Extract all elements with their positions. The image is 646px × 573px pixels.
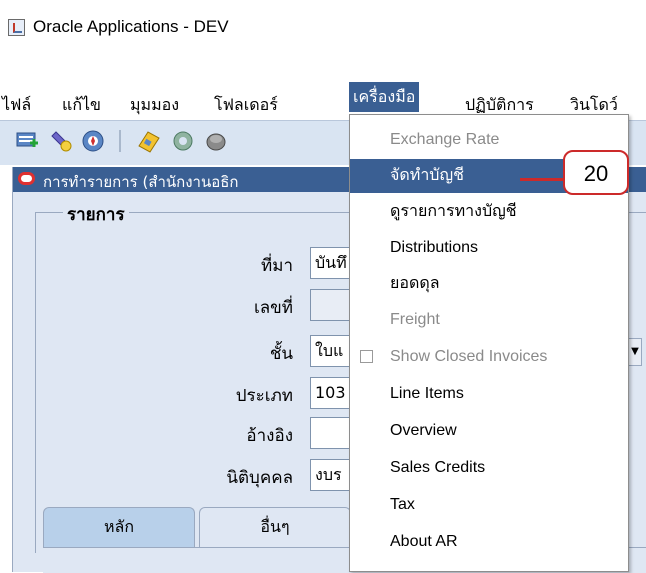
callout-pointer bbox=[520, 178, 564, 181]
legal-entity-label: นิติบุคคล bbox=[226, 468, 293, 488]
java-app-icon bbox=[8, 19, 25, 36]
menu-folder[interactable]: โฟลเดอร์ bbox=[212, 90, 280, 120]
menu-item-overview[interactable]: Overview bbox=[350, 414, 628, 448]
menu-item-line-items[interactable]: Line Items bbox=[350, 377, 628, 411]
menu-item-freight[interactable]: Freight bbox=[350, 303, 628, 337]
navigator-icon[interactable] bbox=[80, 128, 106, 154]
chevron-down-icon[interactable]: ▼ bbox=[628, 338, 642, 366]
menu-tools[interactable]: เครื่องมือ bbox=[349, 82, 420, 112]
new-record-icon[interactable] bbox=[14, 128, 40, 154]
menu-item-distributions[interactable]: Distributions bbox=[350, 231, 628, 265]
number-label: เลขที่ bbox=[253, 298, 293, 318]
toolbar-separator bbox=[119, 130, 121, 152]
window-title: Oracle Applications - DEV bbox=[33, 17, 229, 36]
menu-item-about-ar[interactable]: About AR bbox=[350, 525, 628, 559]
menu-item-balances[interactable]: ยอดดุล bbox=[350, 267, 628, 301]
source-label: ที่มา bbox=[261, 256, 293, 276]
menu-edit[interactable]: แก้ไข bbox=[60, 90, 103, 120]
oracle-logo-icon bbox=[18, 172, 35, 185]
group-label: รายการ bbox=[63, 201, 129, 228]
type-label: ประเภท bbox=[235, 386, 293, 406]
menu-item-show-closed-invoices[interactable]: Show Closed Invoices bbox=[350, 340, 628, 374]
menu-item-tax[interactable]: Tax bbox=[350, 488, 628, 522]
form-title: การทำรายการ (สำนักงานอธิก bbox=[43, 173, 239, 191]
menu-item-sales-credits[interactable]: Sales Credits bbox=[350, 451, 628, 485]
menu-view[interactable]: มุมมอง bbox=[128, 90, 181, 120]
tab-other[interactable]: อื่นๆ bbox=[199, 507, 351, 548]
reference-label: อ้างอิง bbox=[246, 426, 293, 446]
class-label: ชั้น bbox=[269, 344, 293, 364]
menu-item-show-closed-invoices-label: Show Closed Invoices bbox=[390, 348, 548, 365]
save-icon[interactable] bbox=[136, 128, 162, 154]
find-flashlight-icon[interactable] bbox=[48, 128, 74, 154]
menu-item-view-accounting[interactable]: ดูรายการทางบัญชี bbox=[350, 195, 628, 229]
step-callout: 20 bbox=[563, 150, 629, 195]
tab-main[interactable]: หลัก bbox=[43, 507, 195, 548]
next-step-icon[interactable] bbox=[170, 128, 196, 154]
window-titlebar: Oracle Applications - DEV bbox=[0, 0, 646, 58]
print-icon[interactable] bbox=[204, 128, 230, 154]
menu-file[interactable]: ไฟล์ bbox=[0, 90, 33, 120]
